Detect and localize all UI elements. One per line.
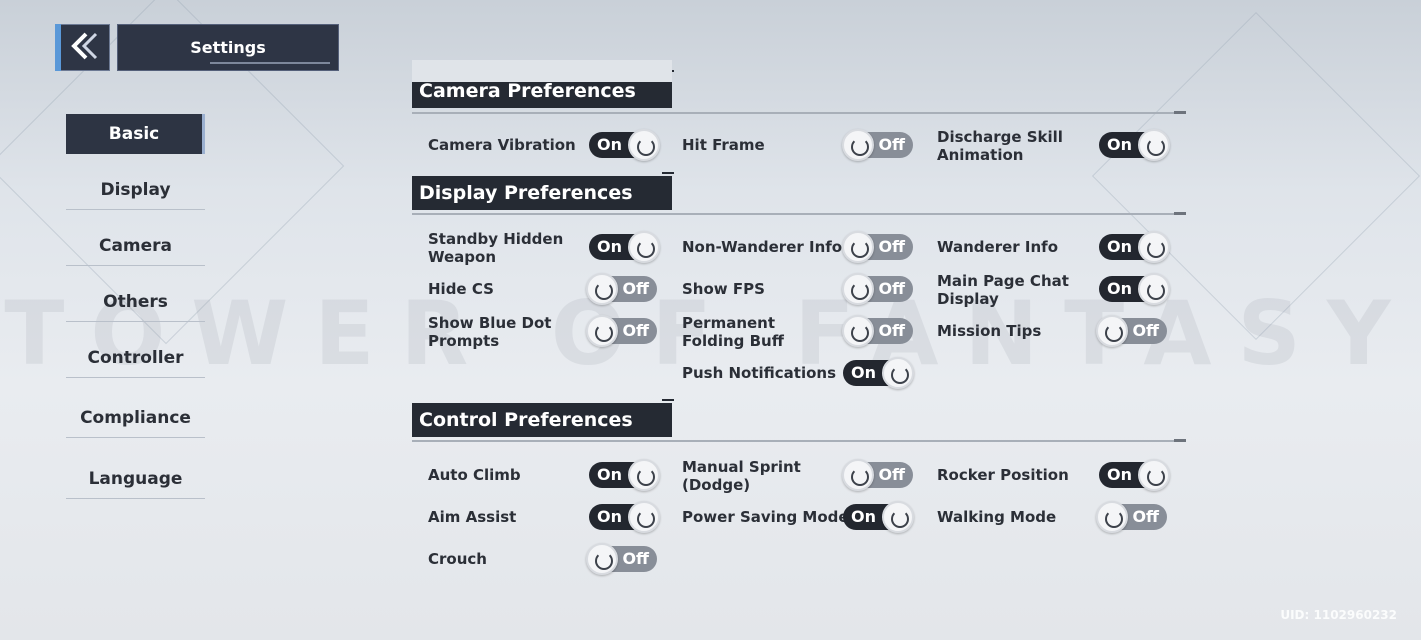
toggle-state: Off [878, 465, 905, 484]
setting-label-main-page-chat-display: Main Page Chat Display [937, 272, 1069, 308]
toggle-knob-icon [586, 273, 618, 305]
toggle-mission-tips[interactable]: Off [1096, 315, 1167, 347]
toggle-knob-icon [882, 501, 914, 533]
toggle-state: On [597, 237, 622, 256]
sidebar-item-basic[interactable]: Basic [66, 114, 205, 154]
toggle-state: On [597, 465, 622, 484]
toggle-auto-climb[interactable]: On [589, 459, 660, 491]
setting-label-manual-sprint: Manual Sprint (Dodge) [682, 458, 801, 494]
setting-label-rocker-position: Rocker Position [937, 466, 1069, 484]
toggle-state: On [851, 507, 876, 526]
scroll-mask [412, 60, 672, 82]
toggle-state: On [1107, 279, 1132, 298]
toggle-hit-frame[interactable]: Off [842, 129, 913, 161]
toggle-push-notifications[interactable]: On [843, 357, 914, 389]
toggle-state: Off [878, 237, 905, 256]
toggle-state: Off [878, 321, 905, 340]
toggle-state: On [851, 363, 876, 382]
toggle-walking-mode[interactable]: Off [1096, 501, 1167, 533]
toggle-permanent-folding-buff[interactable]: Off [842, 315, 913, 347]
sidebar-item-compliance[interactable]: Compliance [66, 398, 205, 438]
toggle-knob-icon [882, 357, 914, 389]
setting-label-wanderer-info: Wanderer Info [937, 238, 1059, 256]
toggle-power-saving-mode[interactable]: On [843, 501, 914, 533]
setting-label-non-wanderer-info: Non-Wanderer Info [682, 238, 843, 256]
setting-label-permanent-folding-buff: Permanent Folding Buff [682, 314, 784, 350]
toggle-knob-icon [842, 231, 874, 263]
toggle-state: Off [622, 279, 649, 298]
toggle-state: Off [1132, 507, 1159, 526]
setting-label-hit-frame: Hit Frame [682, 136, 765, 154]
page-title: Settings [117, 24, 339, 71]
setting-label-show-fps: Show FPS [682, 280, 765, 298]
toggle-manual-sprint[interactable]: Off [842, 459, 913, 491]
setting-label-crouch: Crouch [428, 550, 487, 568]
setting-label-auto-climb: Auto Climb [428, 466, 521, 484]
back-chevron-icon [66, 31, 100, 65]
uid-label: UID: 1102960232 [1280, 608, 1397, 622]
sidebar-item-others[interactable]: Others [66, 282, 205, 322]
toggle-camera-vibration[interactable]: On [589, 129, 660, 161]
toggle-show-fps[interactable]: Off [842, 273, 913, 305]
toggle-knob-icon [842, 459, 874, 491]
toggle-hide-cs[interactable]: Off [586, 273, 657, 305]
setting-label-aim-assist: Aim Assist [428, 508, 517, 526]
toggle-knob-icon [1096, 501, 1128, 533]
toggle-main-page-chat-display[interactable]: On [1099, 273, 1170, 305]
toggle-state: Off [878, 279, 905, 298]
setting-label-walking-mode: Walking Mode [937, 508, 1057, 526]
toggle-knob-icon [1138, 231, 1170, 263]
toggle-state: On [1107, 465, 1132, 484]
section-divider [412, 439, 1186, 442]
toggle-state: Off [878, 135, 905, 154]
setting-label-hide-cs: Hide CS [428, 280, 494, 298]
setting-label-standby-hidden-weapon: Standby Hidden Weapon [428, 230, 564, 266]
toggle-aim-assist[interactable]: On [589, 501, 660, 533]
toggle-state: On [597, 507, 622, 526]
toggle-show-blue-dot-prompts[interactable]: Off [586, 315, 657, 347]
section-divider [412, 111, 1186, 114]
setting-label-push-notifications: Push Notifications [682, 364, 837, 382]
toggle-knob-icon [842, 273, 874, 305]
toggle-wanderer-info[interactable]: On [1099, 231, 1170, 263]
toggle-state: On [597, 135, 622, 154]
toggle-knob-icon [842, 315, 874, 347]
toggle-state: Off [1132, 321, 1159, 340]
toggle-state: On [1107, 135, 1132, 154]
toggle-discharge-skill-animation[interactable]: On [1099, 129, 1170, 161]
toggle-knob-icon [1096, 315, 1128, 347]
sidebar-item-language[interactable]: Language [66, 459, 205, 499]
toggle-knob-icon [628, 501, 660, 533]
toggle-knob-icon [586, 543, 618, 575]
sidebar-item-controller[interactable]: Controller [66, 338, 205, 378]
toggle-crouch[interactable]: Off [586, 543, 657, 575]
setting-label-power-saving-mode: Power Saving Mode [682, 508, 849, 526]
toggle-knob-icon [628, 231, 660, 263]
section-divider [412, 212, 1186, 215]
setting-label-discharge-skill-animation: Discharge Skill Animation [937, 128, 1063, 164]
setting-label-camera-vibration: Camera Vibration [428, 136, 576, 154]
toggle-knob-icon [842, 129, 874, 161]
toggle-knob-icon [1138, 129, 1170, 161]
toggle-state: Off [622, 549, 649, 568]
toggle-non-wanderer-info[interactable]: Off [842, 231, 913, 263]
toggle-knob-icon [586, 315, 618, 347]
sidebar-item-camera[interactable]: Camera [66, 226, 205, 266]
toggle-rocker-position[interactable]: On [1099, 459, 1170, 491]
toggle-state: On [1107, 237, 1132, 256]
toggle-standby-hidden-weapon[interactable]: On [589, 231, 660, 263]
toggle-knob-icon [1138, 273, 1170, 305]
sidebar-item-display[interactable]: Display [66, 170, 205, 210]
back-button[interactable] [55, 24, 110, 71]
toggle-knob-icon [628, 129, 660, 161]
toggle-knob-icon [628, 459, 660, 491]
toggle-state: Off [622, 321, 649, 340]
section-header-control: Control Preferences [412, 399, 674, 437]
setting-label-mission-tips: Mission Tips [937, 322, 1042, 340]
toggle-knob-icon [1138, 459, 1170, 491]
section-header-display: Display Preferences [412, 172, 674, 210]
setting-label-show-blue-dot-prompts: Show Blue Dot Prompts [428, 314, 552, 350]
